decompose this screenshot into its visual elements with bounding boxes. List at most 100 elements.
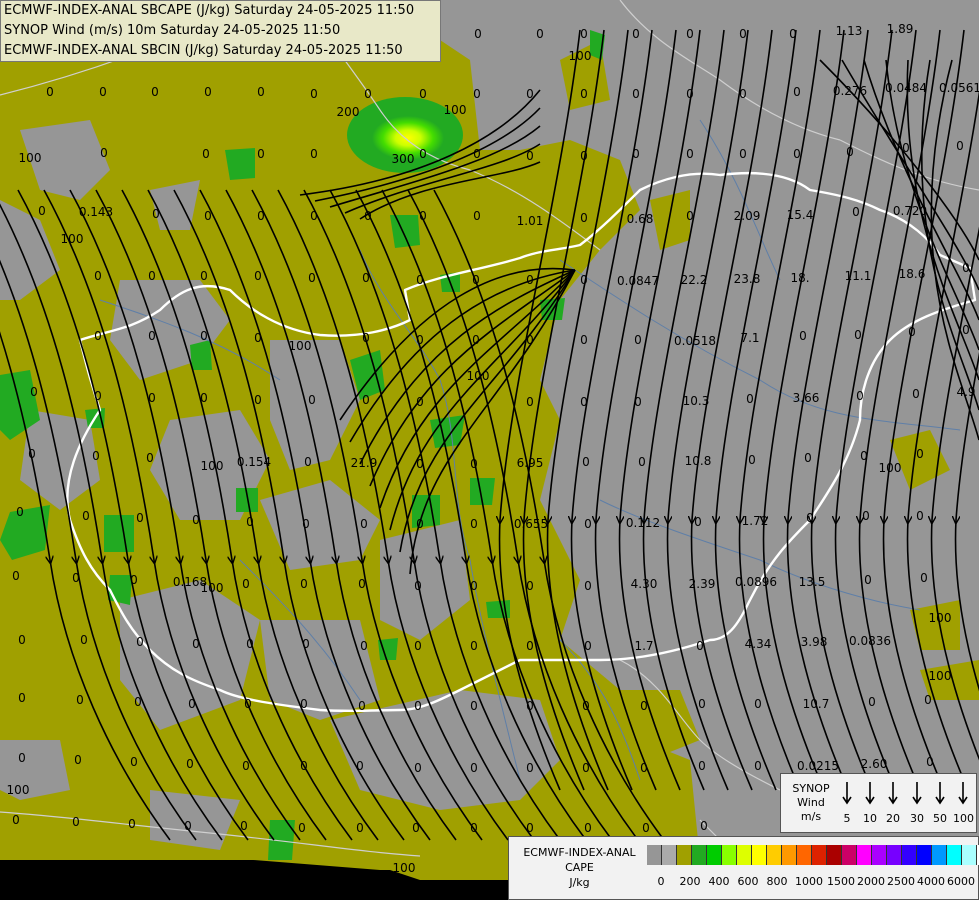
field-value-label: 0 bbox=[419, 209, 427, 223]
field-value-label: 0 bbox=[18, 633, 26, 647]
cape-swatch bbox=[692, 845, 707, 865]
cape-tick-label: 800 bbox=[766, 875, 788, 888]
cape-swatch bbox=[767, 845, 782, 865]
field-value-label: 23.8 bbox=[734, 272, 761, 286]
field-value-label: 0 bbox=[793, 85, 801, 99]
field-value-label: 0 bbox=[920, 571, 928, 585]
field-value-label: 0 bbox=[526, 579, 534, 593]
field-value-label: 0 bbox=[580, 333, 588, 347]
cape-swatch bbox=[722, 845, 737, 865]
field-value-label: 0 bbox=[134, 695, 142, 709]
field-value-label: 0 bbox=[254, 393, 262, 407]
field-value-label: 0 bbox=[584, 639, 592, 653]
cape-swatch bbox=[917, 845, 932, 865]
cape-swatch bbox=[812, 845, 827, 865]
field-value-label: 0 bbox=[472, 273, 480, 287]
field-value-label: 6.95 bbox=[517, 456, 544, 470]
cape-tick-label: 400 bbox=[708, 875, 730, 888]
field-value-label: 0 bbox=[526, 333, 534, 347]
cape-swatch bbox=[947, 845, 962, 865]
field-value-label: 0.154 bbox=[237, 455, 271, 469]
field-value-label: 0 bbox=[924, 693, 932, 707]
field-value-label: 1.72 bbox=[742, 514, 769, 528]
wind-arrow-icon bbox=[865, 782, 875, 805]
field-value-label: 10.7 bbox=[803, 697, 830, 711]
field-value-label: 0 bbox=[526, 395, 534, 409]
field-value-label: 0 bbox=[470, 639, 478, 653]
cape-tick-label: 2000 bbox=[857, 875, 885, 888]
field-value-label: 0 bbox=[186, 757, 194, 771]
field-value-label: 0 bbox=[580, 27, 588, 41]
field-value-label: 0 bbox=[584, 517, 592, 531]
field-value-label: 0 bbox=[94, 269, 102, 283]
field-value-label: 0 bbox=[846, 145, 854, 159]
field-value-label: 0 bbox=[580, 273, 588, 287]
field-value-label: 0 bbox=[358, 699, 366, 713]
field-value-label: 10.3 bbox=[683, 394, 710, 408]
speed-label: 50 bbox=[933, 812, 947, 825]
field-value-label: 0 bbox=[473, 147, 481, 161]
field-value-label: 0 bbox=[99, 85, 107, 99]
field-value-label: 0 bbox=[852, 205, 860, 219]
synop-legend-title-3: m/s bbox=[800, 810, 822, 823]
field-value-label: 0 bbox=[364, 87, 372, 101]
cape-swatch bbox=[872, 845, 887, 865]
field-value-label: 0 bbox=[244, 697, 252, 711]
field-value-label: 1.7 bbox=[634, 639, 653, 653]
field-value-label: 0 bbox=[310, 87, 318, 101]
field-value-label: 0.655 bbox=[514, 517, 548, 531]
field-value-label: 0.68 bbox=[627, 212, 654, 226]
field-value-label: 0 bbox=[30, 385, 38, 399]
field-value-label: 0 bbox=[152, 207, 160, 221]
cape-swatch bbox=[647, 845, 662, 865]
field-value-label: 11.1 bbox=[845, 269, 872, 283]
field-value-label: 0 bbox=[419, 147, 427, 161]
field-value-label: 300 bbox=[392, 152, 415, 166]
cape-swatch bbox=[677, 845, 692, 865]
field-value-label: 0 bbox=[200, 329, 208, 343]
field-value-label: 0 bbox=[130, 573, 138, 587]
wind-arrow-icon bbox=[958, 782, 968, 805]
field-value-label: 0 bbox=[632, 27, 640, 41]
field-value-label: 0 bbox=[470, 579, 478, 593]
field-value-label: 0 bbox=[856, 389, 864, 403]
field-value-label: 0 bbox=[148, 391, 156, 405]
field-value-label: 0 bbox=[470, 517, 478, 531]
field-value-label: 0 bbox=[94, 329, 102, 343]
field-value-label: 0 bbox=[926, 755, 934, 769]
field-value-label: 100 bbox=[201, 459, 224, 473]
field-value-label: 0 bbox=[470, 457, 478, 471]
field-value-label: 0 bbox=[700, 819, 708, 833]
field-value-label: 0 bbox=[962, 323, 970, 337]
field-value-label: 0 bbox=[414, 639, 422, 653]
field-value-label: 100 bbox=[61, 232, 84, 246]
field-value-label: 4.30 bbox=[631, 577, 658, 591]
title-cape: ECMWF-INDEX-ANAL SBCAPE (J/kg) Saturday … bbox=[4, 3, 415, 18]
field-value-label: 0 bbox=[472, 333, 480, 347]
field-value-label: 0 bbox=[854, 328, 862, 342]
field-value-label: 0 bbox=[864, 573, 872, 587]
field-value-label: 0 bbox=[526, 761, 534, 775]
field-value-label: 0 bbox=[202, 147, 210, 161]
cape-swatch bbox=[857, 845, 872, 865]
field-value-label: 0 bbox=[640, 761, 648, 775]
cape-tick-label: 2500 bbox=[887, 875, 915, 888]
field-value-label: 0 bbox=[362, 271, 370, 285]
field-value-label: 3.98 bbox=[801, 635, 828, 649]
cape-swatch bbox=[752, 845, 767, 865]
field-value-label: 0 bbox=[580, 211, 588, 225]
field-value-label: 0 bbox=[686, 209, 694, 223]
field-value-label: 0 bbox=[962, 261, 970, 275]
field-value-label: 0 bbox=[746, 392, 754, 406]
field-value-label: 0 bbox=[582, 455, 590, 469]
field-value-label: 18. bbox=[790, 271, 809, 285]
field-value-label: 0 bbox=[204, 209, 212, 223]
wind-arrow-icon bbox=[912, 782, 922, 805]
field-value-label: 0 bbox=[310, 209, 318, 223]
field-value-label: 0 bbox=[526, 149, 534, 163]
field-value-label: 0 bbox=[302, 637, 310, 651]
field-value-label: 0 bbox=[632, 147, 640, 161]
field-value-label: 0.0896 bbox=[735, 575, 777, 589]
field-value-label: 0 bbox=[739, 27, 747, 41]
field-value-label: 0 bbox=[789, 27, 797, 41]
